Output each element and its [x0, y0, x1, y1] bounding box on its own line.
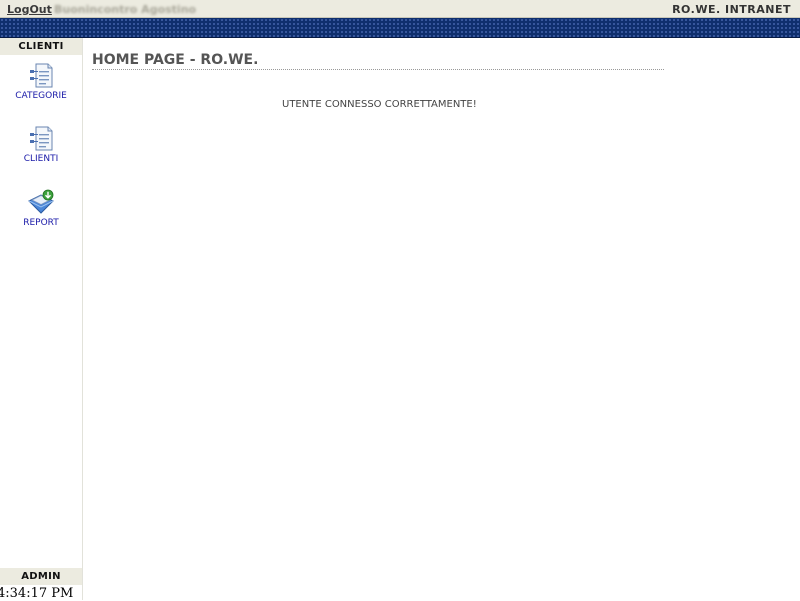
sidebar-item-label: CATEGORIE [15, 91, 67, 101]
username-label: Buonincontro Agostino [54, 3, 197, 16]
logout-link[interactable]: LogOut [7, 3, 52, 16]
sidebar-item-label: REPORT [23, 218, 59, 228]
sidebar-admin-title: ADMIN [0, 568, 82, 585]
status-message: UTENTE CONNESSO CORRETTAMENTE! [282, 99, 477, 110]
sidebar-item-label: CLIENTI [23, 154, 59, 164]
sidebar: CLIENTI CATEGORIE CLIENTI REPORT ADMIN [0, 38, 83, 600]
clock-display: 4:34:17 PM [0, 586, 74, 601]
sidebar-item-categorie[interactable]: CATEGORIE [0, 62, 82, 101]
sidebar-item-report[interactable]: REPORT [0, 189, 82, 228]
brand-title: RO.WE. INTRANET [672, 3, 791, 16]
document-list-icon [30, 126, 53, 151]
top-bar: LogOut Buonincontro Agostino RO.WE. INTR… [0, 0, 800, 18]
page-title: HOME PAGE - RO.WE. [92, 52, 664, 70]
header-band [0, 18, 800, 38]
report-download-icon [28, 189, 54, 214]
document-list-icon [30, 63, 53, 88]
sidebar-item-clienti[interactable]: CLIENTI [0, 125, 82, 164]
sidebar-section-title: CLIENTI [0, 38, 82, 55]
